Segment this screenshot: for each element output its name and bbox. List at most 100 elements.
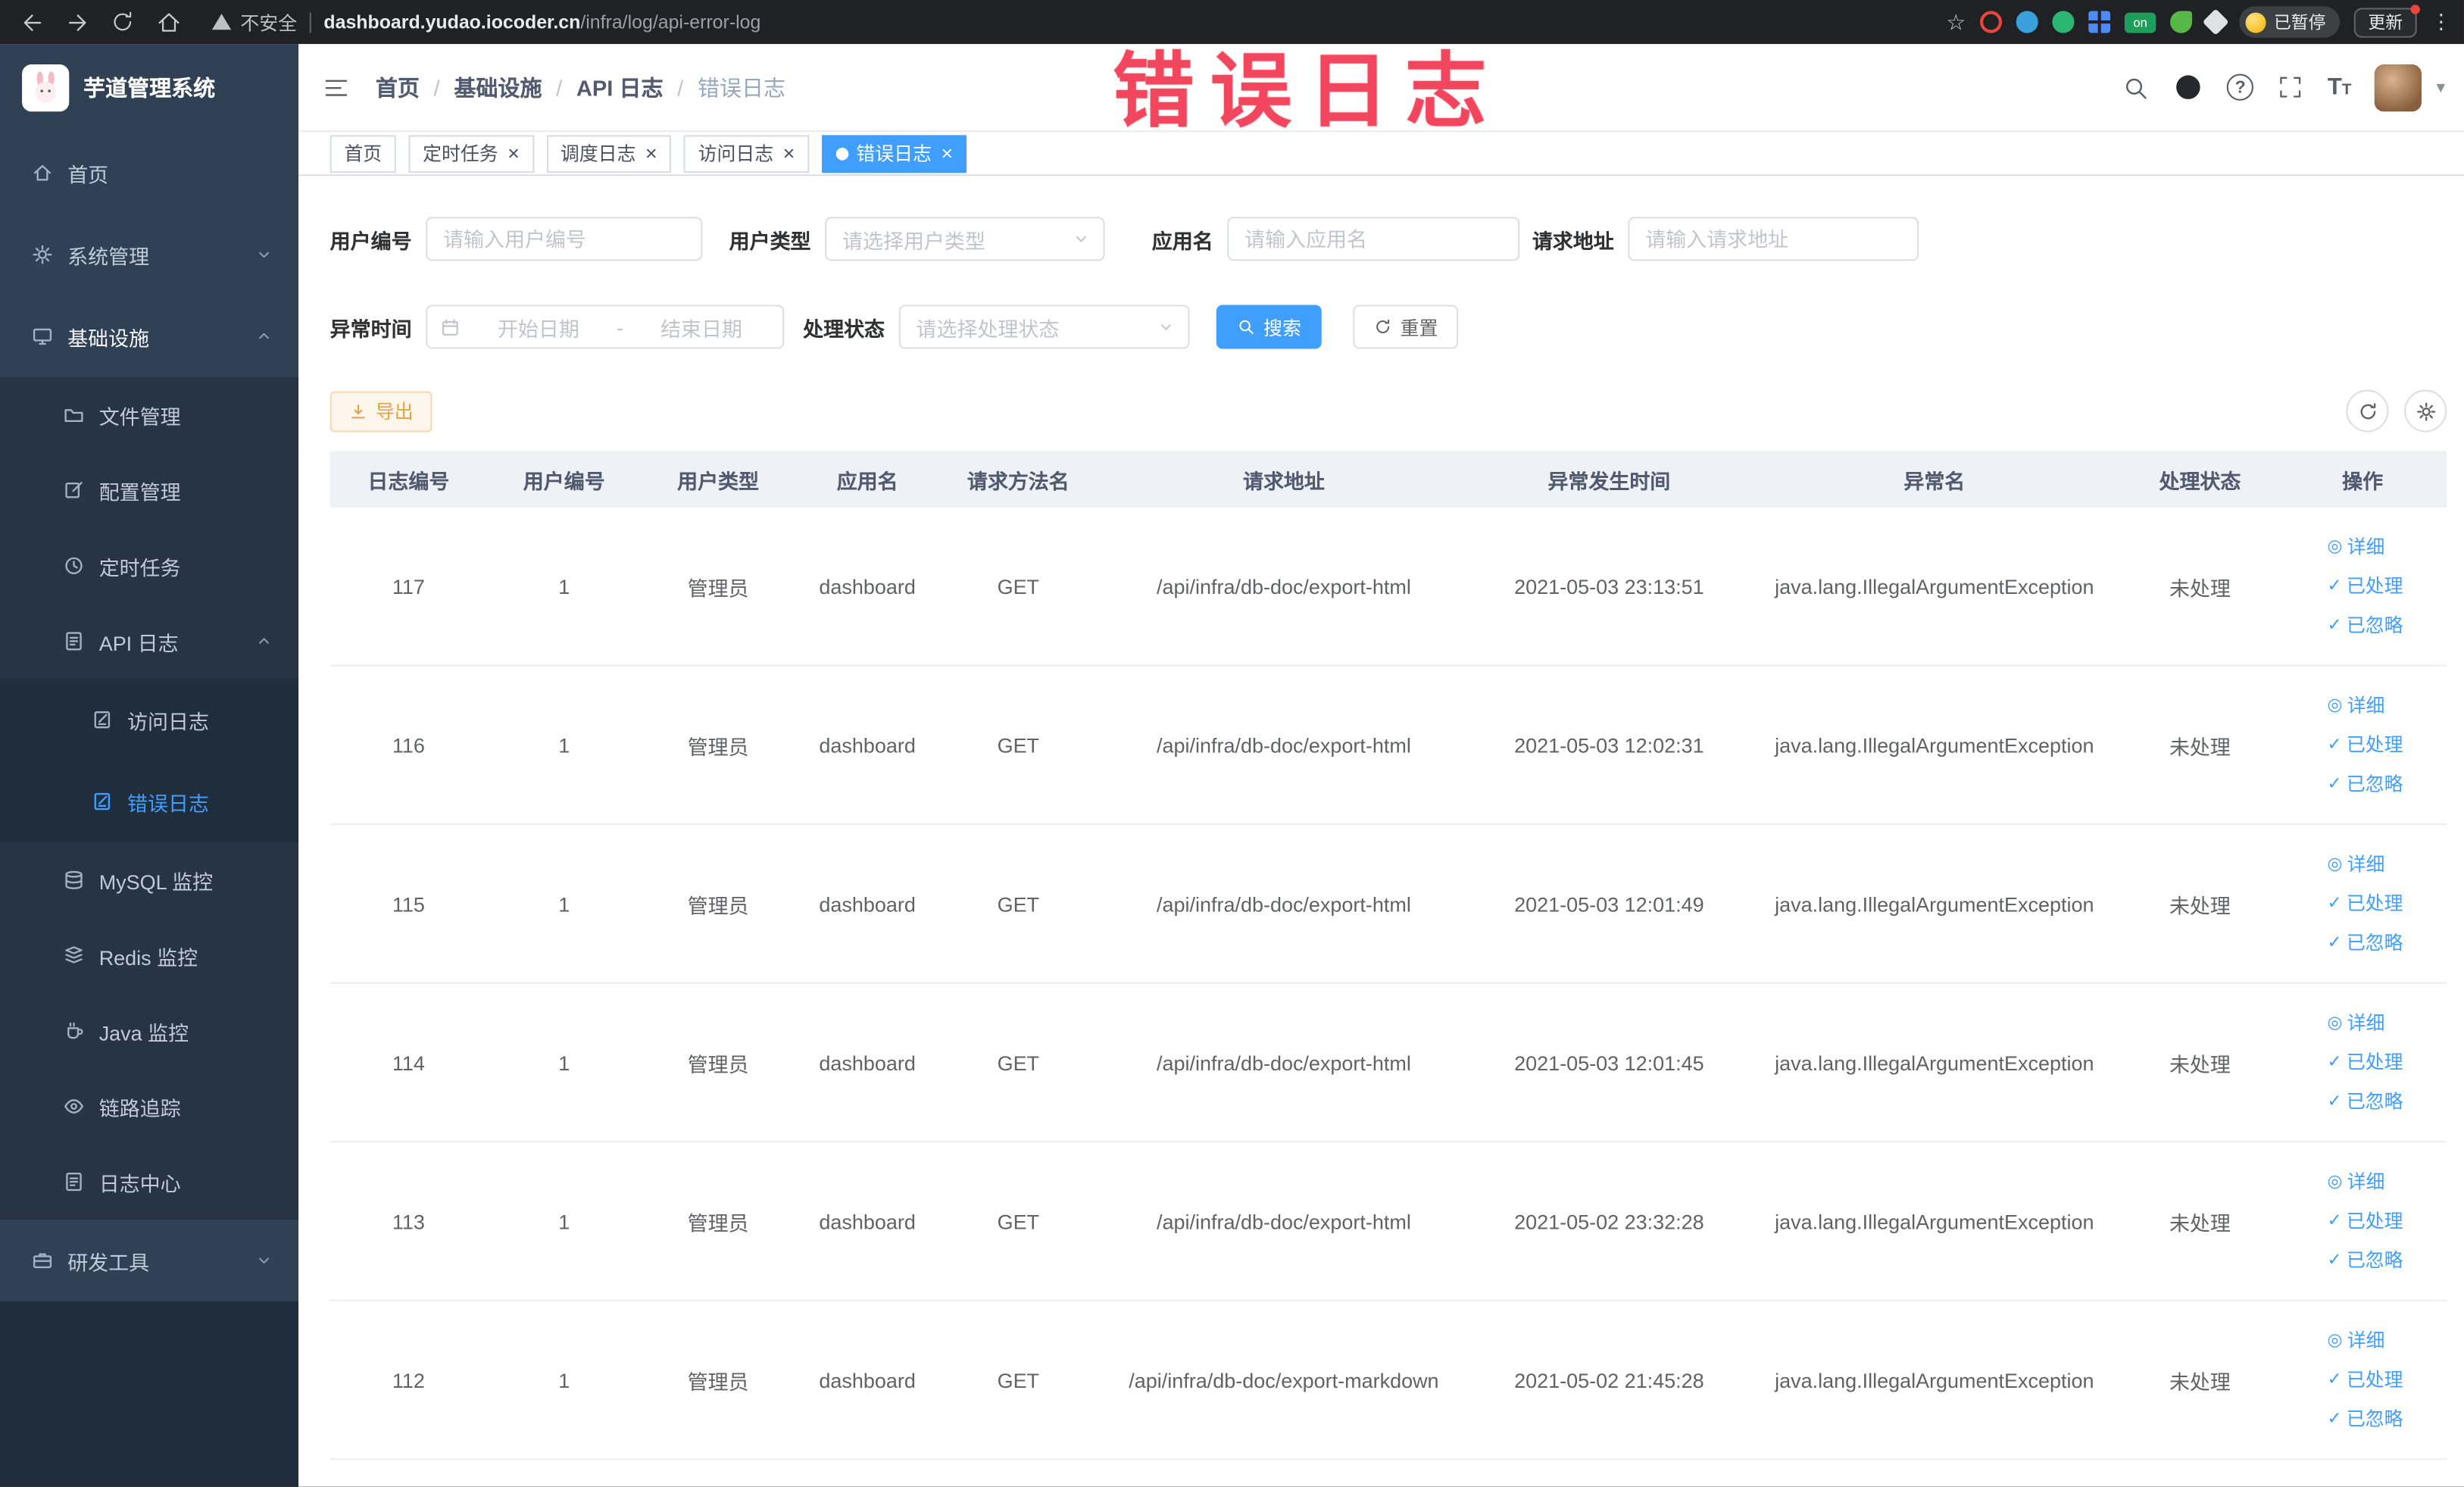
app-name-input[interactable] [1227,217,1520,261]
mark-processed-link[interactable]: ✓ 已处理 [2327,1201,2403,1241]
sidebar-item-dev-tools[interactable]: 研发工具 [0,1220,298,1301]
sidebar-item-link-tracing[interactable]: 链路追踪 [0,1068,299,1145]
column-settings-button[interactable] [2404,389,2447,433]
close-icon[interactable]: × [645,143,657,164]
mark-processed-link[interactable]: ✓ 已处理 [2327,884,2403,923]
sidebar-item-error-logs[interactable]: 错误日志 [0,761,299,842]
mark-ignored-link[interactable]: ✓ 已忽略 [2327,606,2403,645]
mark-ignored-link[interactable]: ✓ 已忽略 [2327,1082,2403,1121]
cell-app-name: dashboard [819,1367,916,1392]
mark-processed-link[interactable]: ✓ 已处理 [2327,567,2403,606]
check-icon: ✓ [2327,1370,2342,1389]
extension-on-badge[interactable]: on [2124,11,2156,33]
request-url-input[interactable] [1628,217,1919,261]
close-icon[interactable]: × [941,143,953,164]
forward-icon[interactable] [58,3,96,41]
export-button[interactable]: 导出 [329,390,433,432]
reset-button[interactable]: 重置 [1353,305,1459,349]
breadcrumb-separator: / [556,74,563,100]
user-type-select[interactable]: 请选择用户类型 [825,217,1105,261]
cell-user-id: 1 [558,892,570,916]
cell-request-url: /api/infra/db-doc/export-html [1157,892,1411,916]
cell-request-url: /api/infra/db-doc/export-html [1157,574,1411,598]
gear-icon [2415,400,2437,422]
sidebar-item-system[interactable]: 系统管理 [0,214,298,295]
sidebar-item-file-management[interactable]: 文件管理 [0,376,299,453]
detail-link[interactable]: ◎ 详细 [2327,1004,2384,1043]
sidebar-item-infrastructure[interactable]: 基础设施 [0,295,298,377]
fullscreen-icon[interactable] [2277,74,2303,101]
check-icon: ✓ [2327,1211,2342,1230]
mark-processed-link[interactable]: ✓ 已处理 [2327,725,2403,764]
reload-icon[interactable] [104,3,142,41]
user-id-input[interactable] [426,217,703,261]
cell-user-type: 管理员 [687,1370,749,1394]
extension-icon-leaf[interactable] [2170,11,2193,33]
home-icon[interactable] [149,3,187,41]
view-icon: ◎ [2327,854,2343,873]
extension-icon-grid[interactable] [2088,11,2111,33]
date-range-picker[interactable]: 开始日期 - 结束日期 [426,305,785,349]
font-size-icon[interactable]: TT [2328,74,2352,101]
update-red-dot [2410,4,2420,14]
cell-exception-name: java.lang.IllegalArgumentException [1775,1209,2094,1233]
search-button[interactable]: 搜索 [1216,305,1322,349]
sidebar-item-config-management[interactable]: 配置管理 [0,452,299,529]
log-icon [63,1171,85,1193]
close-icon[interactable]: × [783,143,795,164]
warning-icon [211,11,233,33]
help-icon[interactable]: ? [2227,73,2254,101]
back-icon[interactable] [13,3,51,41]
sidebar-item-redis-monitor[interactable]: Redis 监控 [0,917,299,994]
paused-badge[interactable]: 已暂停 [2239,6,2341,38]
refresh-button[interactable] [2346,389,2389,433]
reset-button-label: 重置 [1400,317,1438,339]
detail-link[interactable]: ◎ 详细 [2327,686,2384,726]
sidebar-item-home[interactable]: 首页 [0,132,298,214]
mark-processed-link[interactable]: ✓ 已处理 [2327,1042,2403,1082]
mark-processed-link[interactable]: ✓ 已处理 [2327,1360,2403,1400]
extension-icon-blue[interactable] [2016,11,2038,33]
detail-link[interactable]: ◎ 详细 [2327,1162,2384,1201]
tab[interactable]: 访问日志 × [683,134,810,173]
extension-icon-red[interactable] [1979,11,2003,33]
tab[interactable]: 错误日志 × [821,134,967,173]
breadcrumb-infrastructure[interactable]: 基础设施 [454,71,542,102]
process-status-select[interactable]: 请选择处理状态 [898,305,1190,349]
mark-ignored-link[interactable]: ✓ 已忽略 [2327,1399,2403,1439]
check-icon: ✓ [2327,1091,2342,1111]
sidebar-item-mysql-monitor[interactable]: MySQL 监控 [0,842,299,918]
sidebar-item-api-logs[interactable]: API 日志 [0,603,299,679]
tab[interactable]: 调度日志 × [546,134,672,173]
browser-menu-icon[interactable]: ⋮ [2431,9,2451,34]
close-icon[interactable]: × [507,143,520,164]
detail-link[interactable]: ◎ 详细 [2327,527,2384,567]
detail-link[interactable]: ◎ 详细 [2327,1321,2384,1360]
extension-icon-green[interactable] [2052,11,2075,33]
breadcrumb-api-logs[interactable]: API 日志 [576,71,664,102]
tab[interactable]: 首页 [329,134,396,173]
extension-icon-pin[interactable] [2202,8,2229,36]
detail-link[interactable]: ◎ 详细 [2327,845,2384,884]
breadcrumb-home[interactable]: 首页 [376,71,420,102]
update-button[interactable]: 更新 [2353,4,2420,37]
sidebar-item-access-logs[interactable]: 访问日志 [0,679,299,761]
main-area: 首页 / 基础设施 / API 日志 / 错误日志 ? T T ▾ 首页 定时任… [298,44,2464,1487]
address-bar[interactable]: 不安全 dashboard.yudao.iocoder.cn /infra/lo… [211,8,760,35]
tab-label: 首页 [344,142,383,165]
github-icon[interactable] [2174,72,2203,102]
bookmark-star-icon[interactable]: ☆ [1946,11,1966,33]
mark-ignored-link[interactable]: ✓ 已忽略 [2327,1241,2403,1280]
sidebar-item-java-monitor[interactable]: Java 监控 [0,993,299,1069]
app-logo[interactable]: 芋道管理系统 [0,44,298,132]
user-avatar[interactable] [2375,64,2422,111]
sidebar-item-label: 日志中心 [98,1171,181,1195]
sidebar-item-log-center[interactable]: 日志中心 [0,1144,299,1220]
sidebar-item-scheduled-tasks[interactable]: 定时任务 [0,528,299,604]
caret-down-icon[interactable]: ▾ [2437,77,2445,98]
mark-ignored-link[interactable]: ✓ 已忽略 [2327,764,2403,804]
tab[interactable]: 定时任务 × [408,134,534,173]
hamburger-icon[interactable] [322,73,350,101]
mark-ignored-link[interactable]: ✓ 已忽略 [2327,923,2403,963]
search-icon[interactable] [2122,73,2150,101]
